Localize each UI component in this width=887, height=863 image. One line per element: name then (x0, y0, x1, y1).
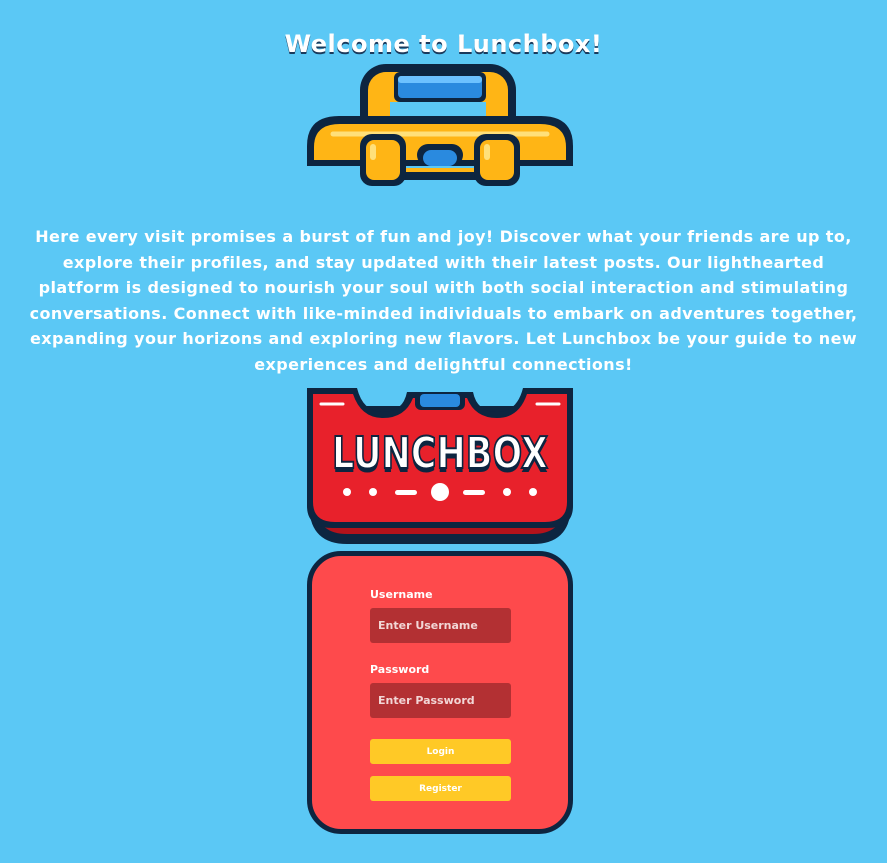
login-button[interactable]: Login (370, 739, 511, 764)
register-button[interactable]: Register (370, 776, 511, 801)
intro-text: Here every visit promises a burst of fun… (29, 227, 858, 374)
password-label: Password (370, 663, 430, 676)
password-input[interactable] (370, 683, 511, 718)
login-form: Username Password Login Register (307, 551, 573, 834)
username-label: Username (370, 588, 433, 601)
lunchbox-handle-icon (307, 64, 573, 186)
page-title: Welcome to Lunchbox! (284, 30, 603, 59)
logo-text: LUNCHBOX (332, 428, 548, 479)
username-input[interactable] (370, 608, 511, 643)
lunchbox-logo: LUNCHBOX LUNCHBOX (307, 388, 573, 544)
